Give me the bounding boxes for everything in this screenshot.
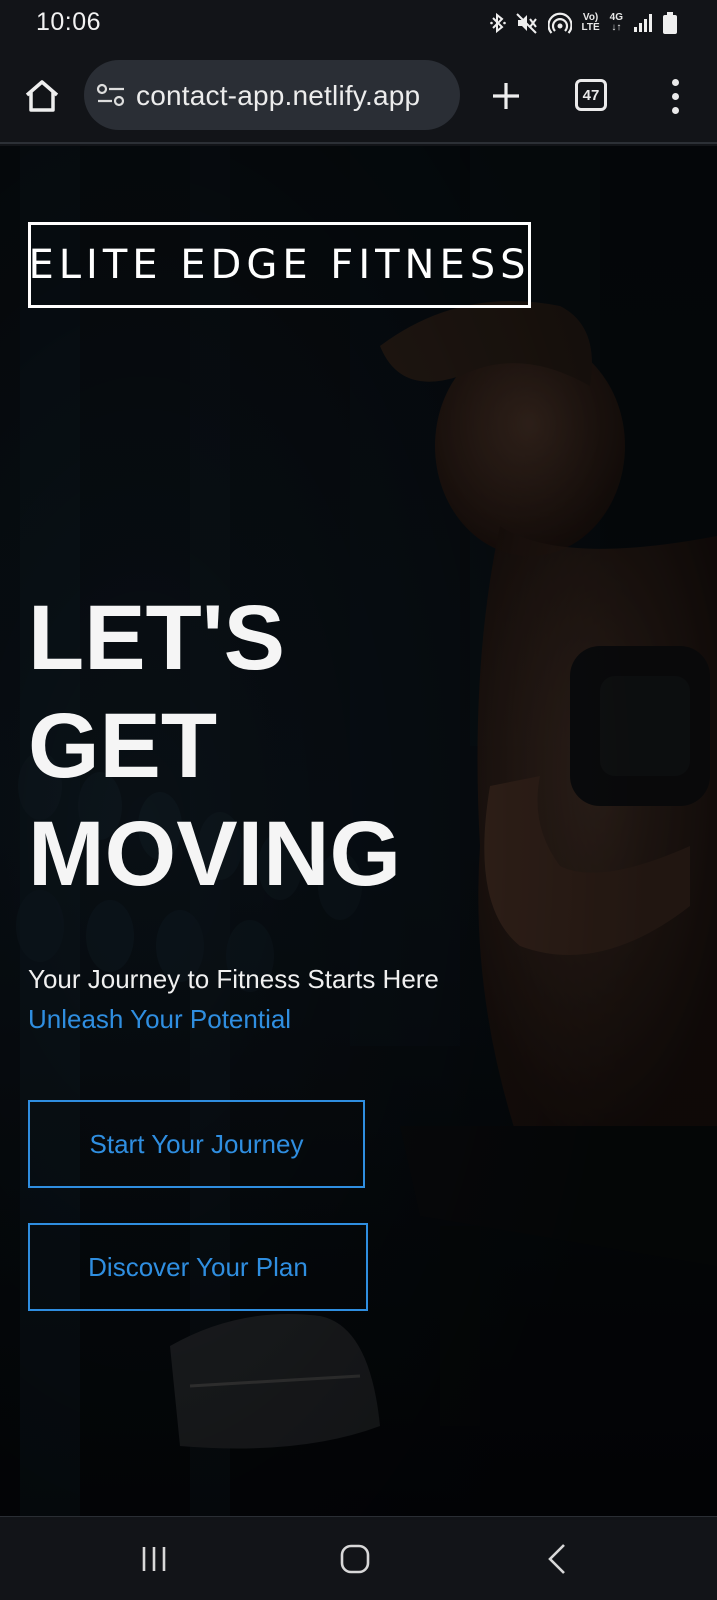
recent-apps-icon[interactable] [140, 1545, 168, 1573]
status-bar: 10:06 Vo) LTE 4G ↓↑ [0, 0, 717, 48]
hero-headline: LET'S GET MOVING [28, 584, 488, 908]
4g-data-icon: 4G ↓↑ [610, 13, 623, 33]
hero-section: ELITE EDGE FITNESS LET'S GET MOVING Your… [0, 146, 717, 1516]
site-settings-icon[interactable] [96, 83, 126, 107]
headline-line-2: GET [28, 695, 218, 797]
status-time: 10:06 [36, 8, 102, 36]
home-icon[interactable] [340, 1544, 370, 1574]
volte-icon: Vo) LTE [582, 13, 600, 33]
tabs-icon[interactable]: 47 [575, 79, 607, 111]
data-bottom-label: ↓↑ [611, 22, 622, 33]
hero-tagline: Your Journey to Fitness Starts Here [28, 964, 439, 994]
address-bar[interactable]: contact-app.netlify.app [84, 60, 460, 130]
discover-plan-button[interactable]: Discover Your Plan [28, 1223, 368, 1311]
bluetooth-icon [489, 12, 506, 34]
status-icons: Vo) LTE 4G ↓↑ [489, 10, 677, 36]
menu-dot [671, 78, 679, 86]
hero-subtagline: Unleash Your Potential [28, 1004, 292, 1034]
browser-toolbar: contact-app.netlify.app 47 [0, 48, 717, 144]
mute-icon [515, 13, 537, 34]
hotspot-icon [547, 12, 572, 34]
brand-logo[interactable]: ELITE EDGE FITNESS [28, 222, 531, 308]
new-tab-button[interactable] [484, 74, 528, 118]
home-icon [25, 80, 59, 112]
menu-dot [671, 106, 679, 114]
headline-line-1: LET'S [28, 587, 285, 689]
headline-line-3: MOVING [28, 803, 402, 905]
plus-icon [493, 83, 519, 109]
browser-home-button[interactable] [22, 76, 62, 116]
volte-bottom-label: LTE [581, 22, 600, 33]
url-text[interactable]: contact-app.netlify.app [136, 80, 420, 112]
start-journey-button[interactable]: Start Your Journey [28, 1100, 365, 1188]
menu-dot [671, 92, 679, 100]
brand-logo-text: ELITE EDGE FITNESS [28, 242, 531, 288]
more-vert-icon[interactable] [660, 76, 690, 116]
back-icon[interactable] [546, 1543, 568, 1575]
battery-icon [663, 12, 677, 34]
system-navigation-bar [0, 1516, 717, 1600]
signal-icon [634, 14, 652, 32]
